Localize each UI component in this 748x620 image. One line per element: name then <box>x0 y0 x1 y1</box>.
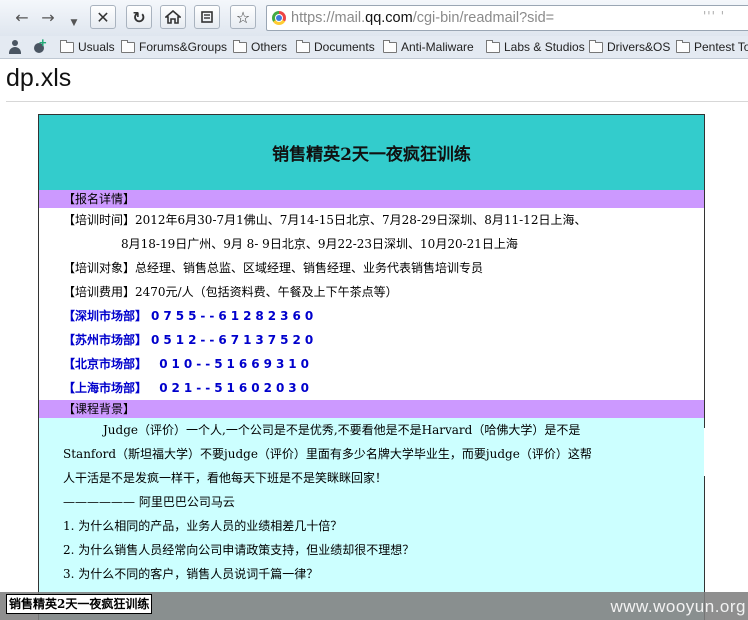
person-icon <box>8 40 22 54</box>
bookmark-folder-pentest[interactable]: Pentest To <box>676 38 748 56</box>
question-3: 3. 为什么不同的客户，销售人员说词千篇一律？ <box>63 567 319 581</box>
contact-shanghai: 【上海市场部】 021--51602030 <box>39 376 704 400</box>
section-course-background: 【课程背景】 <box>39 400 704 418</box>
watermark-text: www.wooyun.org <box>610 597 746 616</box>
add-bookmark-icon <box>32 35 48 54</box>
address-bar[interactable]: https://mail.qq.com/cgi-bin/readmail?sid… <box>266 5 748 31</box>
doc-header: 销售精英2天一夜疯狂训练 <box>39 115 704 190</box>
stop-button[interactable]: ✕ <box>90 5 116 29</box>
home-button[interactable] <box>160 5 186 29</box>
contact-label: 【北京市场部】 <box>63 357 148 371</box>
folder-icon <box>676 39 690 53</box>
folder-icon <box>233 39 247 53</box>
bookmark-folder-antimalware[interactable]: Anti-Maliware <box>383 38 474 56</box>
background-paragraph-2: Stanford（斯坦福大学）不要judge（评价）里面有多少名牌大学毕业生，而… <box>63 447 592 461</box>
folder-icon <box>383 39 397 53</box>
contact-number: 0755--61282360 <box>151 309 318 323</box>
question-2: 2. 为什么销售人员经常向公司申请政策支持，但业绩却很不理想？ <box>63 543 415 557</box>
quote-attribution: —————— 阿里巴巴公司马云 <box>63 495 235 509</box>
title-divider <box>6 101 748 102</box>
question-1: 1. 为什么相同的产品，业务人员的业绩相差几十倍？ <box>63 519 343 533</box>
folder-icon <box>60 39 74 53</box>
bookmark-add[interactable] <box>32 35 48 56</box>
page-menu-button[interactable] <box>194 5 220 29</box>
folder-icon <box>486 39 500 53</box>
background-paragraph-1: Judge（评价）一个人,一个公司是不是优秀,不要看他是不是Harvard（哈佛… <box>103 423 581 437</box>
folder-icon <box>589 39 603 53</box>
section-signup-details: 【报名详情】 <box>39 190 704 208</box>
arrow-right-icon: → <box>41 7 55 27</box>
close-icon: ✕ <box>96 7 110 27</box>
folder-icon <box>296 39 310 53</box>
bookmark-folder-drivers[interactable]: Drivers&OS <box>589 38 670 56</box>
bookmark-star-button[interactable]: ☆ <box>230 5 256 29</box>
page-icon <box>201 11 213 23</box>
bookmark-profile[interactable] <box>8 38 24 56</box>
page-title: dp.xls <box>6 64 72 92</box>
star-icon: ☆ <box>235 7 251 27</box>
contact-number: 0512--67137520 <box>151 333 318 347</box>
bookmark-folder-documents[interactable]: Documents <box>296 38 375 56</box>
course-background-content: Judge（评价）一个人,一个公司是不是优秀,不要看他是不是Harvard（哈佛… <box>39 418 704 620</box>
training-fee: 【培训费用】2470元/人（包括资料费、午餐及上下午茶点等） <box>63 285 398 299</box>
training-time-line-2: 8月18-19日广州、9月 8- 9日北京、9月22-23日深圳、10月20-2… <box>121 237 518 251</box>
url-text: https://mail.qq.com/cgi-bin/readmail?sid… <box>291 10 555 26</box>
contact-shenzhen: 【深圳市场部】 0755--61282360 <box>39 304 704 328</box>
home-icon <box>165 10 181 24</box>
chevron-down-icon: ▼ <box>70 18 78 28</box>
bookmark-folder-others[interactable]: Others <box>233 38 287 56</box>
folder-icon <box>121 39 135 53</box>
contact-number: 010--51669310 <box>151 357 313 371</box>
history-dropdown-button[interactable]: ▼ <box>66 11 82 35</box>
bookmark-folder-usuals[interactable]: Usuals <box>60 38 115 56</box>
back-button[interactable]: ← <box>10 5 34 29</box>
contact-label: 【苏州市场部】 <box>63 333 148 347</box>
training-target: 【培训对象】总经理、销售总监、区域经理、销售经理、业务代表销售培训专员 <box>63 261 484 275</box>
bookmarks-bar: Usuals Forums&Groups Others Documents An… <box>0 35 748 59</box>
contact-suzhou: 【苏州市场部】 0512--67137520 <box>39 328 704 352</box>
url-tail: ''' ' <box>703 9 726 23</box>
reload-button[interactable]: ↻ <box>126 5 152 29</box>
bookmark-folder-forums[interactable]: Forums&Groups <box>121 38 227 56</box>
contact-number: 021--51602030 <box>151 381 313 395</box>
sheet-tab[interactable]: 销售精英2天一夜疯狂训练 <box>6 594 153 614</box>
background-paragraph-3: 人干活是不是发疯一样干，看他每天下班是不是笑眯眯回家！ <box>63 471 388 485</box>
contact-label: 【深圳市场部】 <box>63 309 148 323</box>
site-favicon-icon <box>272 11 286 25</box>
arrow-left-icon: ← <box>15 7 29 27</box>
bookmark-folder-labs[interactable]: Labs & Studios <box>486 38 585 56</box>
reload-icon: ↻ <box>132 7 146 27</box>
contact-beijing: 【北京市场部】 010--51669310 <box>39 352 704 376</box>
render-gap <box>704 428 748 476</box>
spreadsheet-preview: 销售精英2天一夜疯狂训练 【报名详情】 【培训时间】2012年6月30-7月1佛… <box>38 114 705 620</box>
contact-label: 【上海市场部】 <box>63 381 148 395</box>
training-time-line-1: 【培训时间】2012年6月30-7月1佛山、7月14-15日北京、7月28-29… <box>63 213 587 227</box>
forward-button[interactable]: → <box>36 5 60 29</box>
browser-toolbar: ← → ▼ ✕ ↻ ☆ https://mail.qq.com/cgi-bin/… <box>0 0 748 36</box>
